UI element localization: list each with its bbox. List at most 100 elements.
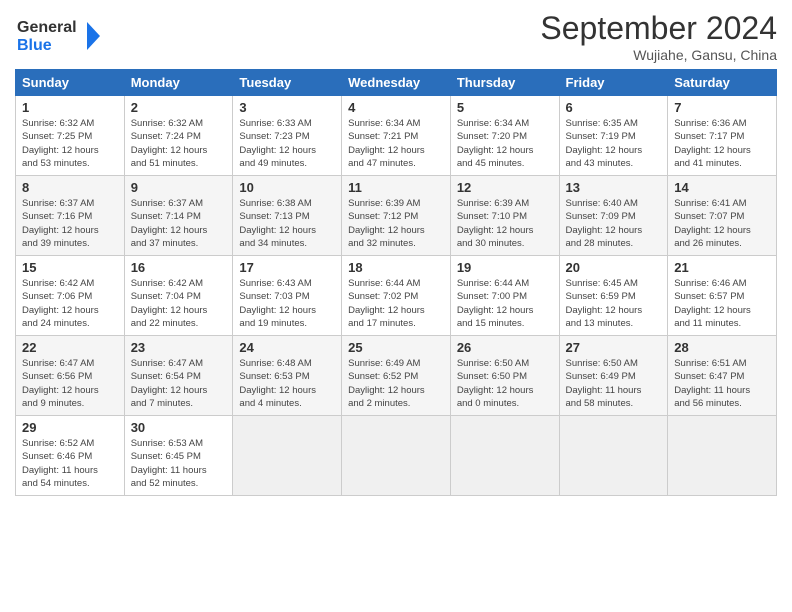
day-detail: Sunrise: 6:32 AM Sunset: 7:24 PM Dayligh… bbox=[131, 117, 227, 170]
day-number: 24 bbox=[239, 340, 335, 355]
calendar-header-row: SundayMondayTuesdayWednesdayThursdayFrid… bbox=[16, 70, 777, 96]
day-number: 12 bbox=[457, 180, 553, 195]
calendar-cell: 1 Sunrise: 6:32 AM Sunset: 7:25 PM Daylig… bbox=[16, 96, 125, 176]
calendar-cell bbox=[342, 416, 451, 496]
day-number: 9 bbox=[131, 180, 227, 195]
day-number: 30 bbox=[131, 420, 227, 435]
calendar-cell: 11 Sunrise: 6:39 AM Sunset: 7:12 PM Dayli… bbox=[342, 176, 451, 256]
day-header-wednesday: Wednesday bbox=[342, 70, 451, 96]
day-number: 15 bbox=[22, 260, 118, 275]
day-detail: Sunrise: 6:34 AM Sunset: 7:20 PM Dayligh… bbox=[457, 117, 553, 170]
day-detail: Sunrise: 6:39 AM Sunset: 7:12 PM Dayligh… bbox=[348, 197, 444, 250]
day-number: 6 bbox=[566, 100, 662, 115]
calendar-cell: 28Sunrise: 6:51 AM Sunset: 6:47 PM Dayli… bbox=[668, 336, 777, 416]
day-detail: Sunrise: 6:50 AM Sunset: 6:49 PM Dayligh… bbox=[566, 357, 662, 410]
calendar-cell: 29 Sunrise: 6:52 AM Sunset: 6:46 PM Dayli… bbox=[16, 416, 125, 496]
logo-content: General Blue bbox=[15, 14, 105, 61]
calendar-cell: 4 Sunrise: 6:34 AM Sunset: 7:21 PM Daylig… bbox=[342, 96, 451, 176]
day-number: 29 bbox=[22, 420, 118, 435]
day-detail: Sunrise: 6:44 AM Sunset: 7:02 PM Dayligh… bbox=[348, 277, 444, 330]
day-number: 10 bbox=[239, 180, 335, 195]
day-number: 2 bbox=[131, 100, 227, 115]
calendar-cell: 24 Sunrise: 6:48 AM Sunset: 6:53 PM Dayli… bbox=[233, 336, 342, 416]
day-number: 27 bbox=[566, 340, 662, 355]
day-detail: Sunrise: 6:37 AM Sunset: 7:16 PM Dayligh… bbox=[22, 197, 118, 250]
day-detail: Sunrise: 6:48 AM Sunset: 6:53 PM Dayligh… bbox=[239, 357, 335, 410]
calendar-cell bbox=[668, 416, 777, 496]
day-detail: Sunrise: 6:44 AM Sunset: 7:00 PM Dayligh… bbox=[457, 277, 553, 330]
day-number: 23 bbox=[131, 340, 227, 355]
calendar-table: SundayMondayTuesdayWednesdayThursdayFrid… bbox=[15, 69, 777, 496]
svg-text:Blue: Blue bbox=[17, 37, 52, 54]
day-detail: Sunrise: 6:47 AM Sunset: 6:54 PM Dayligh… bbox=[131, 357, 227, 410]
day-number: 28 bbox=[674, 340, 770, 355]
calendar-week-4: 22Sunrise: 6:47 AM Sunset: 6:56 PM Dayli… bbox=[16, 336, 777, 416]
day-number: 14 bbox=[674, 180, 770, 195]
day-number: 19 bbox=[457, 260, 553, 275]
day-detail: Sunrise: 6:52 AM Sunset: 6:46 PM Dayligh… bbox=[22, 437, 118, 490]
calendar-cell: 16Sunrise: 6:42 AM Sunset: 7:04 PM Dayli… bbox=[124, 256, 233, 336]
day-detail: Sunrise: 6:39 AM Sunset: 7:10 PM Dayligh… bbox=[457, 197, 553, 250]
day-detail: Sunrise: 6:40 AM Sunset: 7:09 PM Dayligh… bbox=[566, 197, 662, 250]
svg-text:General: General bbox=[17, 19, 77, 36]
title-area: September 2024 Wujiahe, Gansu, China bbox=[540, 10, 777, 63]
day-detail: Sunrise: 6:34 AM Sunset: 7:21 PM Dayligh… bbox=[348, 117, 444, 170]
day-detail: Sunrise: 6:45 AM Sunset: 6:59 PM Dayligh… bbox=[566, 277, 662, 330]
calendar-cell: 5 Sunrise: 6:34 AM Sunset: 7:20 PM Daylig… bbox=[450, 96, 559, 176]
day-header-sunday: Sunday bbox=[16, 70, 125, 96]
day-number: 20 bbox=[566, 260, 662, 275]
day-detail: Sunrise: 6:43 AM Sunset: 7:03 PM Dayligh… bbox=[239, 277, 335, 330]
day-number: 21 bbox=[674, 260, 770, 275]
calendar-cell: 17 Sunrise: 6:43 AM Sunset: 7:03 PM Dayli… bbox=[233, 256, 342, 336]
day-number: 7 bbox=[674, 100, 770, 115]
day-header-friday: Friday bbox=[559, 70, 668, 96]
day-number: 11 bbox=[348, 180, 444, 195]
day-number: 26 bbox=[457, 340, 553, 355]
day-number: 3 bbox=[239, 100, 335, 115]
calendar-cell: 7 Sunrise: 6:36 AM Sunset: 7:17 PM Daylig… bbox=[668, 96, 777, 176]
day-detail: Sunrise: 6:41 AM Sunset: 7:07 PM Dayligh… bbox=[674, 197, 770, 250]
page-title: September 2024 bbox=[540, 10, 777, 47]
day-detail: Sunrise: 6:33 AM Sunset: 7:23 PM Dayligh… bbox=[239, 117, 335, 170]
day-number: 5 bbox=[457, 100, 553, 115]
calendar-cell: 12 Sunrise: 6:39 AM Sunset: 7:10 PM Dayli… bbox=[450, 176, 559, 256]
calendar-cell: 10 Sunrise: 6:38 AM Sunset: 7:13 PM Dayli… bbox=[233, 176, 342, 256]
day-header-tuesday: Tuesday bbox=[233, 70, 342, 96]
logo-svg: General Blue bbox=[15, 14, 105, 56]
calendar-cell: 26 Sunrise: 6:50 AM Sunset: 6:50 PM Dayli… bbox=[450, 336, 559, 416]
calendar-week-1: 1 Sunrise: 6:32 AM Sunset: 7:25 PM Daylig… bbox=[16, 96, 777, 176]
day-number: 25 bbox=[348, 340, 444, 355]
day-detail: Sunrise: 6:36 AM Sunset: 7:17 PM Dayligh… bbox=[674, 117, 770, 170]
calendar-cell: 21Sunrise: 6:46 AM Sunset: 6:57 PM Dayli… bbox=[668, 256, 777, 336]
day-detail: Sunrise: 6:42 AM Sunset: 7:06 PM Dayligh… bbox=[22, 277, 118, 330]
calendar-cell: 6Sunrise: 6:35 AM Sunset: 7:19 PM Daylig… bbox=[559, 96, 668, 176]
calendar-cell: 27 Sunrise: 6:50 AM Sunset: 6:49 PM Dayli… bbox=[559, 336, 668, 416]
calendar-cell: 30Sunrise: 6:53 AM Sunset: 6:45 PM Dayli… bbox=[124, 416, 233, 496]
day-header-saturday: Saturday bbox=[668, 70, 777, 96]
calendar-cell: 2 Sunrise: 6:32 AM Sunset: 7:24 PM Daylig… bbox=[124, 96, 233, 176]
day-number: 22 bbox=[22, 340, 118, 355]
calendar-cell: 23 Sunrise: 6:47 AM Sunset: 6:54 PM Dayli… bbox=[124, 336, 233, 416]
calendar-cell: 15 Sunrise: 6:42 AM Sunset: 7:06 PM Dayli… bbox=[16, 256, 125, 336]
day-number: 4 bbox=[348, 100, 444, 115]
day-detail: Sunrise: 6:42 AM Sunset: 7:04 PM Dayligh… bbox=[131, 277, 227, 330]
calendar-cell bbox=[233, 416, 342, 496]
page-subtitle: Wujiahe, Gansu, China bbox=[540, 47, 777, 63]
day-detail: Sunrise: 6:49 AM Sunset: 6:52 PM Dayligh… bbox=[348, 357, 444, 410]
day-header-thursday: Thursday bbox=[450, 70, 559, 96]
day-detail: Sunrise: 6:38 AM Sunset: 7:13 PM Dayligh… bbox=[239, 197, 335, 250]
calendar-week-3: 15 Sunrise: 6:42 AM Sunset: 7:06 PM Dayli… bbox=[16, 256, 777, 336]
calendar-cell: 3 Sunrise: 6:33 AM Sunset: 7:23 PM Daylig… bbox=[233, 96, 342, 176]
day-number: 18 bbox=[348, 260, 444, 275]
day-number: 8 bbox=[22, 180, 118, 195]
logo: General Blue bbox=[15, 14, 105, 61]
day-detail: Sunrise: 6:32 AM Sunset: 7:25 PM Dayligh… bbox=[22, 117, 118, 170]
day-header-monday: Monday bbox=[124, 70, 233, 96]
day-detail: Sunrise: 6:50 AM Sunset: 6:50 PM Dayligh… bbox=[457, 357, 553, 410]
day-number: 17 bbox=[239, 260, 335, 275]
calendar-cell: 19 Sunrise: 6:44 AM Sunset: 7:00 PM Dayli… bbox=[450, 256, 559, 336]
calendar-week-5: 29 Sunrise: 6:52 AM Sunset: 6:46 PM Dayli… bbox=[16, 416, 777, 496]
day-detail: Sunrise: 6:37 AM Sunset: 7:14 PM Dayligh… bbox=[131, 197, 227, 250]
calendar-week-2: 8 Sunrise: 6:37 AM Sunset: 7:16 PM Daylig… bbox=[16, 176, 777, 256]
day-number: 1 bbox=[22, 100, 118, 115]
